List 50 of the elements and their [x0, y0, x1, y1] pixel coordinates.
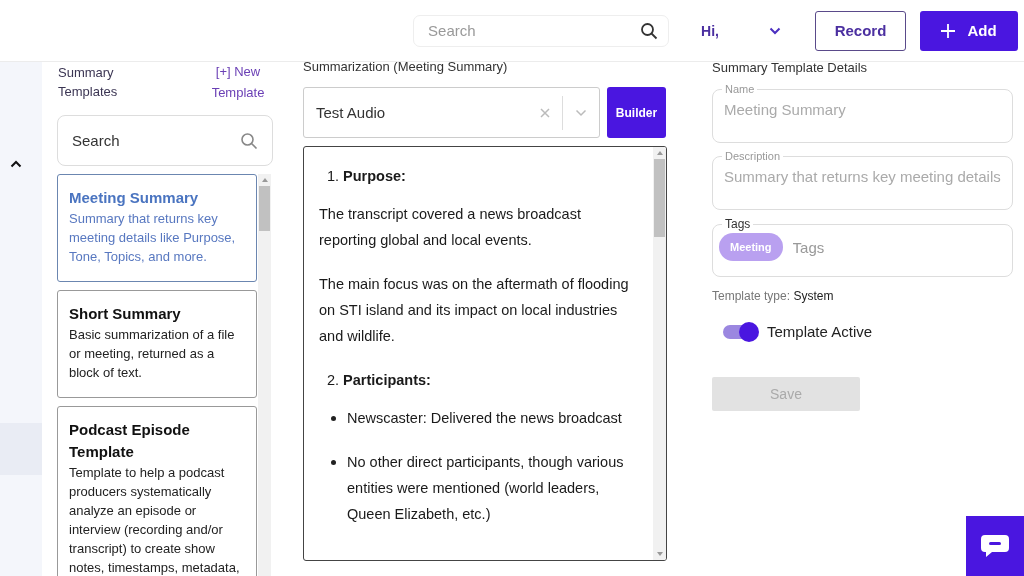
search-bar[interactable]: Search	[413, 14, 670, 47]
bullet-icon	[331, 460, 336, 465]
chevron-down-icon[interactable]	[575, 108, 587, 117]
field-value: Meeting Summary	[724, 101, 847, 118]
caret-up-icon[interactable]	[10, 160, 22, 168]
list-number: 2.	[327, 372, 340, 388]
template-name: Podcast Episode Template	[69, 420, 191, 462]
record-button[interactable]: Record	[815, 10, 906, 51]
template-name: Short Summary	[69, 304, 182, 324]
add-button[interactable]: Add	[920, 10, 1018, 51]
section-title: Summarization (Meeting Summary)	[303, 58, 509, 76]
plus-icon	[941, 23, 956, 38]
bullet-text: No other direct participants, though various entities were mentioned (world leaders, Queen Elizabeth, etc.)	[347, 453, 625, 524]
template-description: Basic summarization of a file or meeting, returned as a block of text.	[69, 326, 236, 382]
template-card[interactable]: Meeting Summary Summary that returns key meeting details like Purpose, Tone, Topics, and more.	[57, 174, 257, 282]
template-description: Summary that returns key meeting details like Purpose, Tone, Topics, and more.	[69, 210, 237, 266]
section-heading: Participants:	[343, 372, 431, 388]
template-type-text: Template type: System	[712, 289, 835, 303]
search-field[interactable]: Search	[70, 131, 240, 150]
template-name: Meeting Summary	[69, 188, 200, 208]
chat-bubble-icon	[980, 534, 1010, 558]
new-template-link[interactable]: [+] New Template	[207, 61, 269, 103]
summary-paragraph: The transcript covered a news broadcast reporting global and local events.	[319, 205, 582, 250]
template-card[interactable]: Podcast Episode Template Template to help a podcast producers systematically analyze an episode or interview (recording and/or transcript) to create show notes, timestamps, metadata,	[57, 406, 257, 576]
section-title: Summary Template Details	[712, 59, 869, 77]
template-description: Template to help a podcast producers systematically analyze an episode or interview (recording and/or transcript) to create show notes, timestamps, metadata,	[69, 464, 241, 576]
audio-select[interactable]: Test Audio	[303, 87, 600, 138]
summary-paragraph: The main focus was on the aftermath of flooding on STI island and its impact on local industries and wildlife.	[319, 275, 629, 346]
panel-title: Summary Templates	[58, 64, 119, 101]
search-icon	[240, 131, 258, 150]
section-heading: Purpose:	[343, 168, 406, 184]
clear-icon[interactable]	[540, 107, 550, 118]
builder-button[interactable]: Builder	[607, 87, 666, 138]
scrollbar[interactable]	[653, 147, 666, 560]
scrollbar[interactable]	[258, 174, 271, 576]
user-menu[interactable]: Hi,	[691, 22, 791, 39]
chat-button[interactable]	[966, 516, 1024, 576]
field-label: Name	[724, 84, 756, 95]
bullet-icon	[331, 416, 336, 421]
bullet-text: Newscaster: Delivered the news broadcast	[347, 409, 622, 428]
field-value: Summary that returns key meeting details	[724, 168, 1001, 185]
search-icon	[640, 21, 659, 40]
field-label: Tags	[724, 218, 752, 231]
search-bar[interactable]: Search	[57, 115, 273, 166]
list-number: 1.	[327, 168, 340, 184]
field-label: Description	[724, 151, 782, 162]
template-card[interactable]: Short Summary Basic summarization of a file or meeting, returned as a block of text.	[57, 290, 257, 398]
chevron-down-icon	[769, 26, 781, 35]
search-field[interactable]: Search	[426, 21, 641, 40]
toggle-label: Template Active	[767, 323, 873, 340]
